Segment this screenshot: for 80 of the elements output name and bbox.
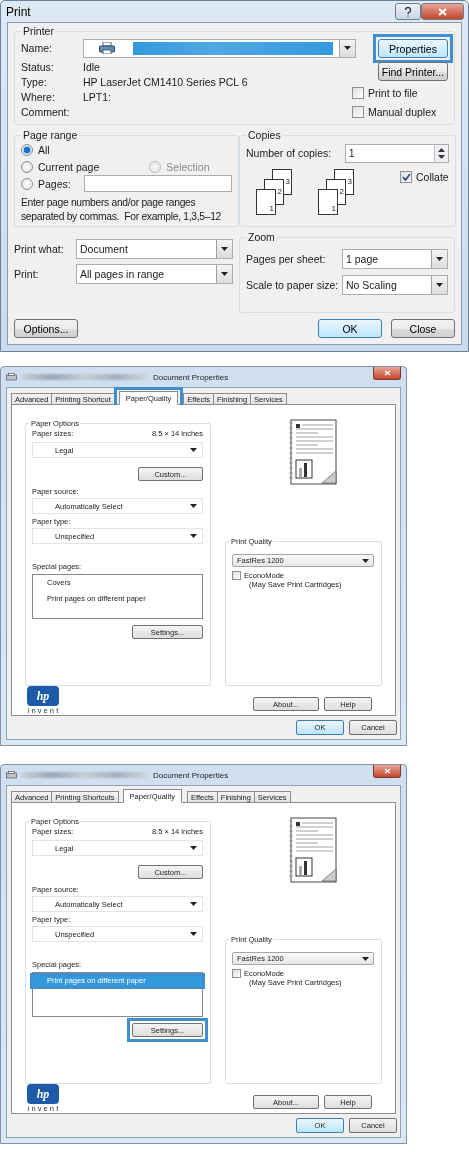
- caret-icon: [436, 257, 443, 261]
- field-label: Scale to paper size:: [246, 279, 340, 291]
- close-icon: [438, 7, 447, 16]
- pages-field[interactable]: [83, 175, 232, 192]
- page-sheet: 1: [318, 189, 338, 215]
- printer-icon: [6, 373, 17, 381]
- radio-button[interactable]: [21, 160, 33, 173]
- caret-icon: [362, 558, 369, 563]
- hint-text: Enter page numbers and/or page ranges separated by commas. For example, 1,3,5–12: [21, 196, 222, 224]
- window-title: Print: [6, 4, 32, 19]
- close-icon: [383, 370, 391, 376]
- info-label: Status:: [21, 60, 55, 73]
- dropdown[interactable]: All pages in range: [76, 264, 233, 284]
- caret-icon: [190, 534, 197, 538]
- group-label: Copies: [247, 129, 282, 141]
- info-value: HP LaserJet CM1410 Series PCL 6: [83, 75, 249, 88]
- radio-label: All: [38, 143, 50, 156]
- checkbox-label: Collate: [416, 170, 449, 183]
- field-label: Print:: [14, 268, 40, 280]
- caret-icon: [221, 247, 228, 251]
- printer-dropdown[interactable]: [83, 38, 356, 58]
- group-label: Zoom: [247, 231, 276, 243]
- caret-icon: [344, 46, 351, 50]
- properties-button[interactable]: Properties: [378, 39, 448, 58]
- ok-button[interactable]: OK: [318, 319, 382, 338]
- checkbox[interactable]: [232, 571, 241, 580]
- caret-icon: [436, 283, 443, 287]
- page-preview-drawing: [287, 817, 340, 885]
- info-label: Comment:: [21, 105, 71, 118]
- info-value: Idle: [83, 60, 101, 73]
- caret-icon: [190, 846, 197, 850]
- radio-button[interactable]: [21, 143, 33, 156]
- help-icon: [404, 6, 412, 17]
- checkbox[interactable]: [352, 86, 364, 99]
- close-button[interactable]: [373, 367, 401, 380]
- info-value: LPT1:: [83, 90, 112, 103]
- checkbox[interactable]: [232, 969, 241, 978]
- caret-icon: [190, 902, 197, 906]
- close-button[interactable]: Close: [391, 319, 455, 338]
- logo: hp: [27, 686, 59, 706]
- close-icon: [383, 768, 391, 774]
- checkbox[interactable]: [400, 170, 412, 183]
- page-preview-drawing: [287, 419, 340, 487]
- window-title: Document Properties: [153, 770, 230, 780]
- spin-arrows-icon: [437, 147, 445, 159]
- copies-spinner[interactable]: 1: [344, 143, 449, 163]
- help-button[interactable]: [395, 3, 421, 20]
- printer-icon: [6, 771, 17, 779]
- info-label: Where:: [21, 90, 56, 103]
- caret-icon: [190, 932, 197, 936]
- caret-icon: [190, 448, 197, 452]
- radio-label: Current page: [38, 160, 100, 173]
- checkbox[interactable]: [352, 105, 364, 118]
- group-label: Printer: [22, 25, 55, 37]
- close-button[interactable]: [373, 765, 401, 778]
- window-title: Document Properties: [153, 372, 230, 382]
- field-label: Name:: [21, 42, 53, 54]
- radio-button[interactable]: [21, 177, 33, 190]
- caret-icon: [362, 956, 369, 961]
- printer-icon: [99, 42, 115, 54]
- find-printer-button[interactable]: Find Printer...: [378, 62, 448, 81]
- page-sheet: 1: [256, 189, 276, 215]
- checkmark-icon: [401, 172, 411, 181]
- dropdown[interactable]: No Scaling: [342, 275, 448, 295]
- dropdown[interactable]: Document: [76, 239, 233, 259]
- checkbox-label: Manual duplex: [368, 105, 437, 118]
- group-label: Page range: [22, 129, 79, 141]
- radio-label: Selection: [166, 160, 210, 173]
- close-button[interactable]: [421, 3, 464, 20]
- options-button[interactable]: Options...: [14, 319, 78, 338]
- radio-label: Pages:: [38, 177, 71, 190]
- info-label: Type:: [21, 75, 48, 88]
- caret-icon: [221, 272, 228, 276]
- field-label: Pages per sheet:: [246, 253, 327, 265]
- caret-icon: [190, 504, 197, 508]
- field-label: Print what:: [14, 243, 65, 255]
- logo: hp: [27, 1084, 59, 1104]
- field-label: Number of copies:: [246, 147, 332, 159]
- checkbox-label: Print to file: [368, 86, 418, 99]
- dropdown[interactable]: 1 page: [342, 249, 448, 269]
